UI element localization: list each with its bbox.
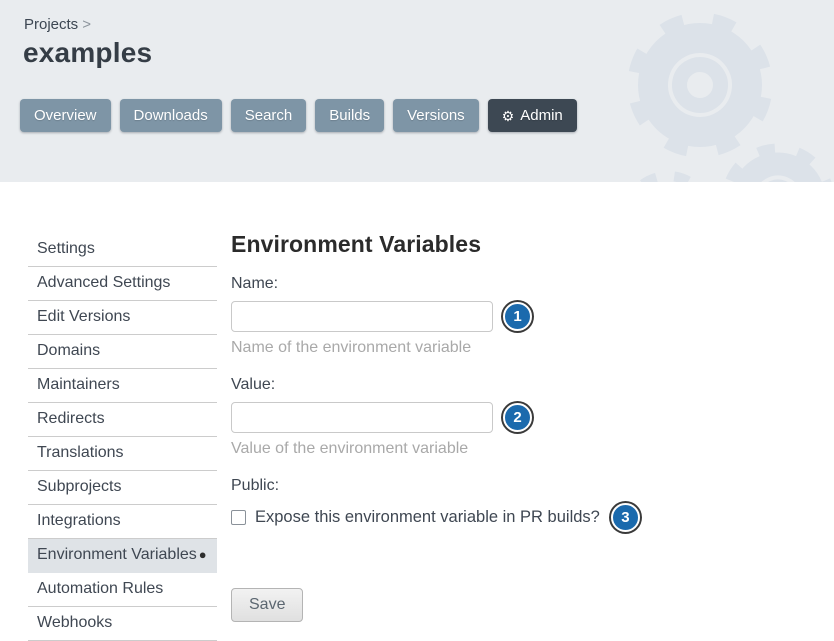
sidebar-item-edit-versions[interactable]: Edit Versions (28, 301, 217, 335)
public-field-group: Public: Expose this environment variable… (231, 477, 651, 532)
name-input[interactable] (231, 301, 493, 332)
project-nav-tabs: Overview Downloads Search Builds Version… (20, 99, 577, 132)
value-field-group: Value: 2 Value of the environment variab… (231, 376, 651, 458)
callout-badge-3: 3 (611, 503, 640, 532)
save-button[interactable]: Save (231, 588, 303, 622)
tab-builds[interactable]: Builds (315, 99, 384, 132)
active-item-bullet: ● (199, 547, 207, 562)
callout-badge-1: 1 (503, 302, 532, 331)
public-field-label: Public: (231, 477, 651, 495)
sidebar-item-integrations[interactable]: Integrations (28, 505, 217, 539)
sidebar-item-environment-variables[interactable]: Environment Variables● (28, 539, 217, 573)
name-field-group: Name: 1 Name of the environment variable (231, 275, 651, 357)
breadcrumb-separator: > (82, 16, 91, 33)
name-field-label: Name: (231, 275, 651, 293)
name-helper-text: Name of the environment variable (231, 339, 651, 357)
sidebar-item-maintainers[interactable]: Maintainers (28, 369, 217, 403)
sidebar-item-translations[interactable]: Translations (28, 437, 217, 471)
callout-badge-2: 2 (503, 403, 532, 432)
sidebar-item-domains[interactable]: Domains (28, 335, 217, 369)
tab-search[interactable]: Search (231, 99, 307, 132)
sidebar-item-subprojects[interactable]: Subprojects (28, 471, 217, 505)
page-title: examples (23, 37, 152, 69)
gears-decoration-graphic (0, 0, 834, 182)
section-title: Environment Variables (231, 231, 651, 258)
sidebar-item-advanced-settings[interactable]: Advanced Settings (28, 267, 217, 301)
sidebar-item-webhooks[interactable]: Webhooks (28, 607, 217, 641)
breadcrumb: Projects> (24, 16, 91, 33)
breadcrumb-projects-link[interactable]: Projects (24, 16, 78, 33)
value-field-label: Value: (231, 376, 651, 394)
sidebar-item-redirects[interactable]: Redirects (28, 403, 217, 437)
public-checkbox-label[interactable]: Expose this environment variable in PR b… (255, 508, 600, 527)
admin-settings-sidebar: Settings Advanced Settings Edit Versions… (28, 233, 217, 641)
tab-downloads[interactable]: Downloads (120, 99, 222, 132)
project-header: Projects> examples Overview Downloads Se… (0, 0, 834, 182)
tab-versions[interactable]: Versions (393, 99, 479, 132)
public-checkbox[interactable] (231, 510, 246, 525)
environment-variables-form: Environment Variables Name: 1 Name of th… (231, 231, 651, 622)
tab-overview[interactable]: Overview (20, 99, 111, 132)
gear-icon: ⚙ (502, 109, 515, 123)
sidebar-item-automation-rules[interactable]: Automation Rules (28, 573, 217, 607)
tab-admin-label: Admin (520, 107, 563, 124)
sidebar-item-label: Environment Variables (37, 546, 197, 563)
tab-admin[interactable]: ⚙ Admin (488, 99, 577, 132)
value-input[interactable] (231, 402, 493, 433)
value-helper-text: Value of the environment variable (231, 440, 651, 458)
sidebar-item-settings[interactable]: Settings (28, 233, 217, 267)
